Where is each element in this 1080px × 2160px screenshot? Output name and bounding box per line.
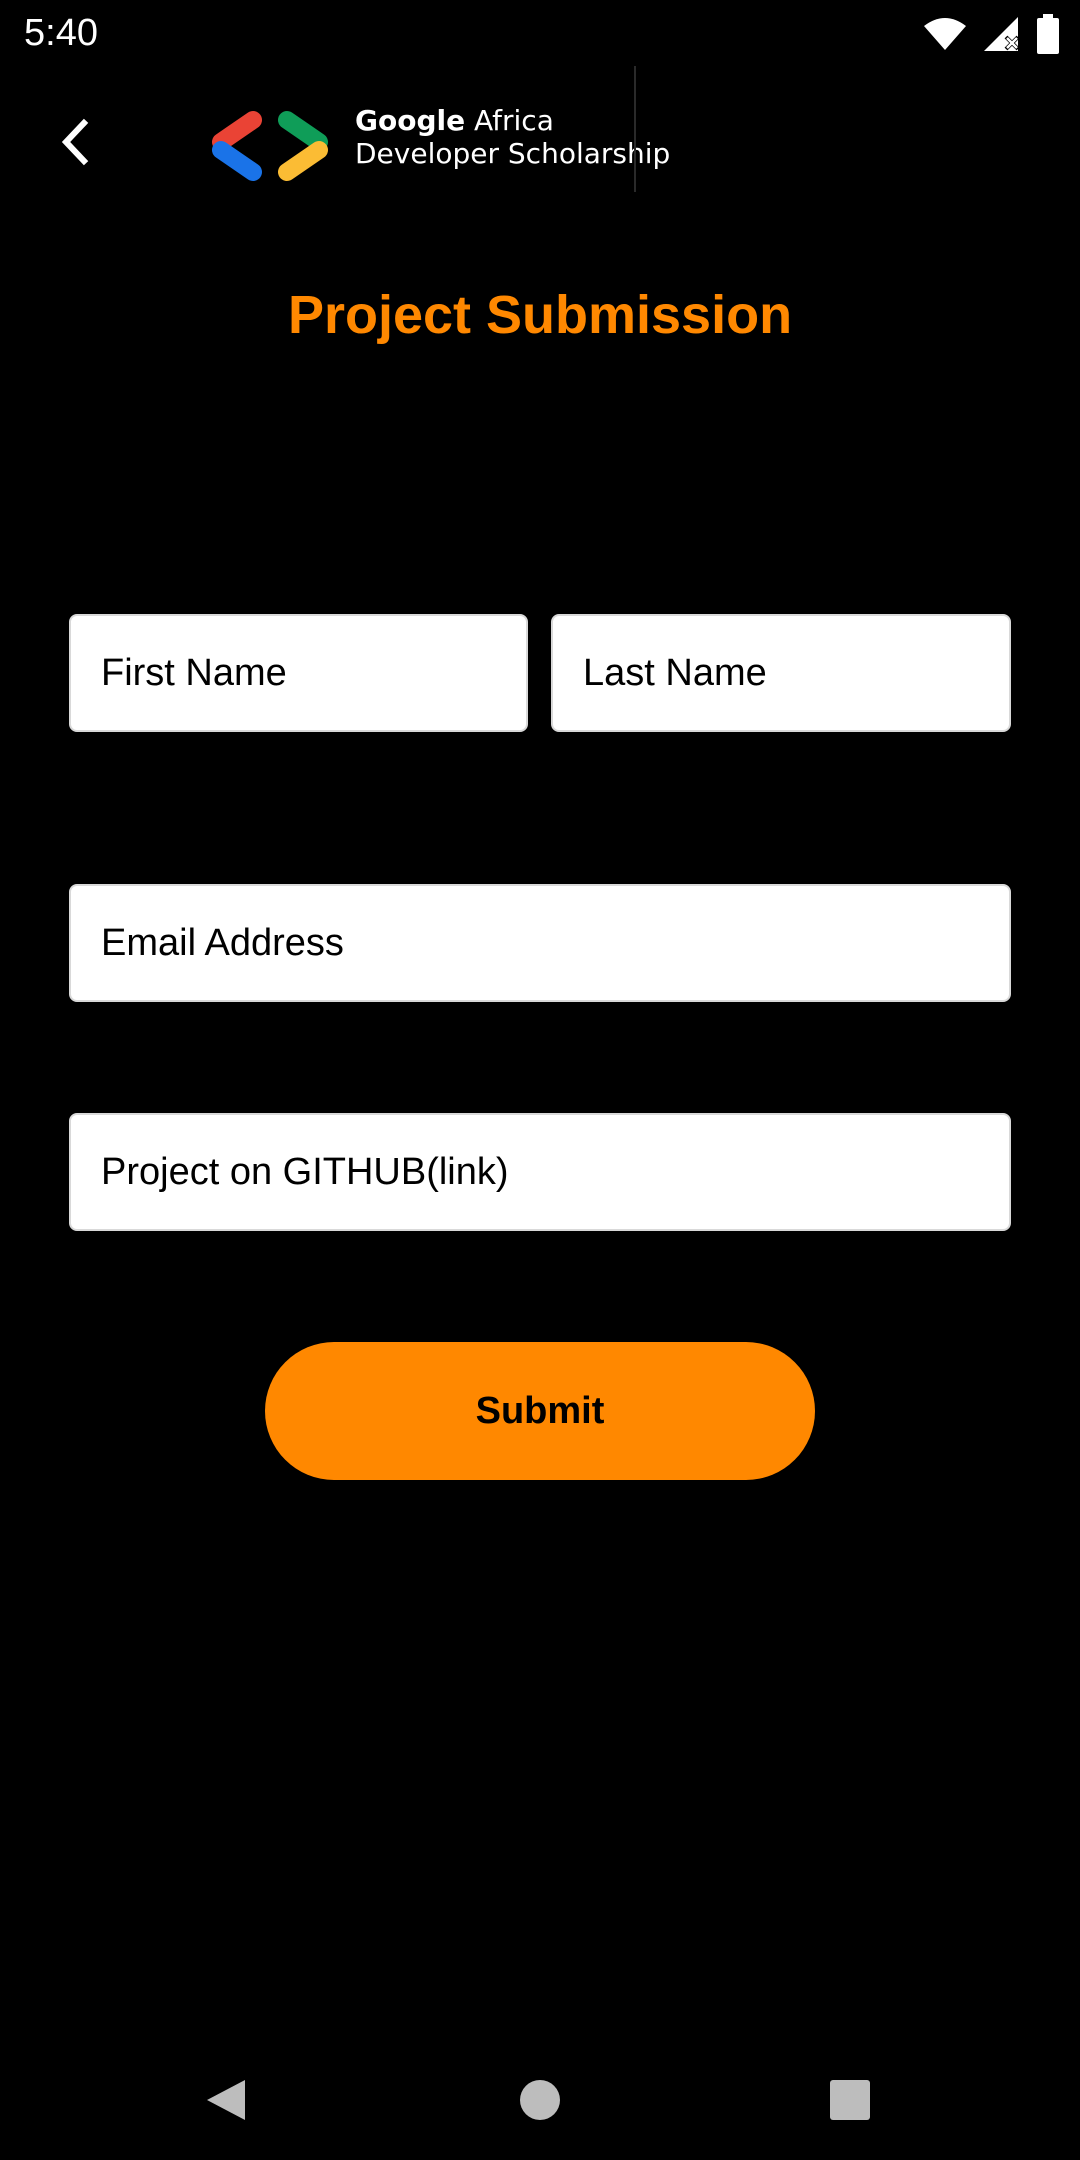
last-name-input[interactable] [553, 616, 1009, 730]
battery-icon [1037, 14, 1059, 54]
home-circle-icon [520, 2080, 560, 2120]
brand-africa: Africa [465, 104, 554, 137]
brand-line-1: Google Africa [355, 104, 670, 137]
recents-square-icon [830, 2080, 870, 2120]
github-link-input[interactable] [71, 1115, 1009, 1229]
signal-icon [984, 17, 1020, 51]
page-title: Project Submission [287, 285, 793, 345]
back-button[interactable] [40, 102, 112, 182]
screen: 5:40 Google Africa Developer Scholarship… [0, 0, 1080, 2160]
status-bar: 5:40 [0, 0, 1080, 66]
email-field[interactable] [69, 884, 1011, 1002]
status-icons [922, 12, 1060, 56]
wifi-icon [924, 18, 966, 50]
back-triangle-icon [207, 2080, 245, 2120]
gads-logo [212, 111, 328, 181]
first-name-input[interactable] [71, 616, 526, 730]
nav-recents-button[interactable] [820, 2070, 880, 2130]
nav-back-button[interactable] [196, 2070, 256, 2130]
system-nav-bar [0, 2030, 1080, 2160]
first-name-field[interactable] [69, 614, 528, 732]
chevron-left-icon [61, 118, 89, 166]
brand-google: Google [355, 104, 466, 137]
last-name-field[interactable] [551, 614, 1011, 732]
brand-text: Google Africa Developer Scholarship [355, 104, 670, 170]
status-time: 5:40 [24, 12, 98, 54]
submit-button[interactable]: Submit [265, 1342, 815, 1480]
email-input[interactable] [71, 886, 1009, 1000]
app-bar-divider [634, 66, 636, 192]
nav-home-button[interactable] [510, 2070, 570, 2130]
brand-line-2: Developer Scholarship [355, 137, 671, 170]
github-link-field[interactable] [69, 1113, 1011, 1231]
